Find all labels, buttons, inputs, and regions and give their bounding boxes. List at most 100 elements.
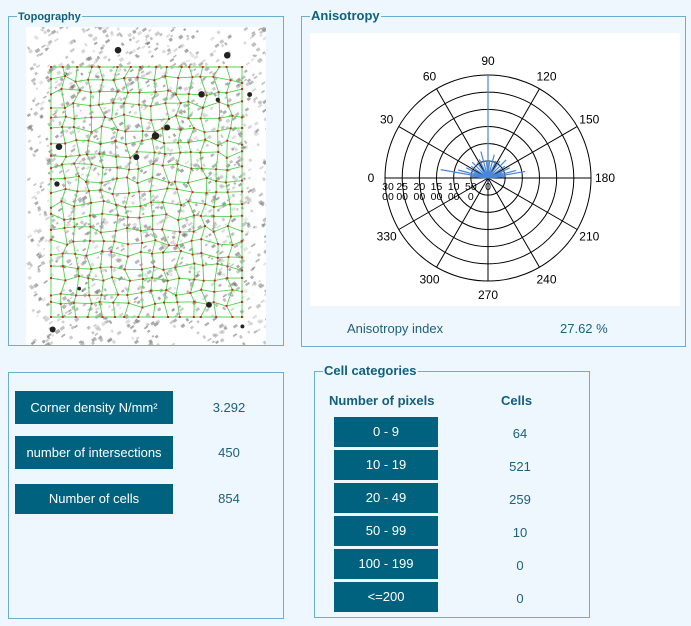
topography-corner-marker: [204, 138, 207, 141]
topography-speckle: [104, 38, 111, 44]
topography-dark-spot: [198, 91, 205, 98]
topography-speckle: [118, 306, 122, 310]
topography-speckle: [245, 186, 250, 190]
topography-speckle: [48, 320, 53, 325]
category-button[interactable]: 0 - 9: [334, 417, 438, 447]
number-of-cells-button[interactable]: Number of cells: [15, 484, 173, 514]
topography-speckle: [166, 51, 172, 56]
topography-speckle: [230, 232, 235, 237]
topography-speckle: [178, 34, 184, 40]
topography-speckle: [146, 278, 152, 284]
topography-speckle: [242, 123, 247, 128]
topography-corner-marker: [50, 192, 52, 195]
topography-speckle: [162, 84, 166, 88]
topography-corner-marker: [77, 175, 80, 178]
topography-speckle: [212, 172, 219, 178]
topography-corner-marker: [229, 215, 232, 218]
topography-speckle: [51, 334, 55, 337]
polar-radial-tick-label: 0: [485, 181, 491, 193]
topography-speckle: [255, 303, 262, 309]
topography-corner-marker: [152, 162, 155, 165]
topography-speckle: [86, 325, 91, 330]
topography-speckle: [178, 138, 183, 143]
topography-corner-marker: [141, 278, 144, 281]
topography-speckle: [29, 146, 34, 151]
topography-corner-marker: [64, 188, 67, 191]
topography-speckle: [55, 221, 59, 225]
topography-corner-marker: [112, 301, 115, 304]
topography-speckle: [48, 261, 53, 266]
topography-corner-marker: [124, 206, 127, 209]
topography-speckle: [149, 92, 154, 97]
topography-corner-marker: [50, 167, 52, 170]
anisotropy-panel: Anisotropy 0 30 60 90 120 150 180 210 240 270 300 3…: [301, 9, 686, 347]
topography-corner-marker: [154, 239, 157, 242]
topography-speckle: [65, 229, 70, 234]
category-button[interactable]: 20 - 49: [334, 483, 438, 513]
topography-corner-marker: [178, 231, 181, 234]
topography-corner-marker: [61, 66, 64, 68]
category-button[interactable]: 50 - 99: [334, 516, 438, 546]
topography-speckle: [109, 295, 114, 300]
corner-density-button[interactable]: Corner density N/mm²: [15, 391, 173, 424]
topography-speckle: [220, 329, 226, 335]
topography-corner-marker: [175, 188, 178, 191]
topography-speckle: [251, 41, 257, 48]
category-button[interactable]: 100 - 199: [334, 549, 438, 579]
topography-speckle: [82, 119, 87, 124]
polar-angle-label: 240: [536, 272, 556, 286]
topography-speckle: [143, 325, 149, 330]
topography-corner-marker: [180, 66, 183, 68]
topography-corner-marker: [213, 290, 216, 293]
topography-speckle: [81, 166, 86, 171]
topography-speckle: [120, 247, 125, 252]
topography-corner-marker: [126, 227, 129, 230]
topography-corner-marker: [114, 229, 117, 232]
topography-speckle: [93, 41, 98, 46]
topography-speckle: [90, 341, 96, 345]
topography-speckle: [142, 197, 147, 202]
intersections-button[interactable]: number of intersections: [15, 436, 173, 469]
topography-corner-marker: [123, 77, 126, 80]
topography-corner-marker: [212, 205, 215, 208]
topography-speckle: [262, 99, 266, 105]
polar-spoke: [436, 177, 489, 268]
topography-speckle: [189, 325, 194, 330]
topography-speckle: [246, 297, 251, 301]
topography-corner-marker: [73, 117, 76, 120]
topography-speckle: [165, 33, 171, 39]
topography-speckle: [120, 289, 125, 293]
topography-speckle: [243, 140, 248, 145]
topography-speckle: [259, 33, 263, 38]
topography-speckle: [180, 119, 185, 124]
topography-corner-marker: [50, 127, 52, 130]
topography-corner-marker: [226, 277, 229, 280]
topography-corner-marker: [116, 128, 119, 131]
topography-corner-marker: [176, 163, 179, 166]
topography-speckle: [243, 41, 247, 45]
topography-speckle: [159, 205, 164, 210]
topography-corner-marker: [149, 190, 152, 193]
category-button[interactable]: <=200: [334, 582, 438, 612]
category-button[interactable]: 10 - 19: [334, 450, 438, 480]
topography-speckle: [205, 143, 210, 148]
topography-speckle: [80, 173, 85, 177]
topography-speckle: [133, 110, 138, 115]
topography-corner-marker: [77, 275, 80, 278]
topography-corner-marker: [50, 212, 52, 215]
topography-corner-marker: [191, 253, 194, 256]
topography-corner-marker: [89, 214, 92, 217]
topography-corner-marker: [101, 212, 104, 215]
topography-speckle: [65, 168, 71, 174]
topography-corner-marker: [90, 302, 93, 305]
topography-corner-marker: [89, 91, 92, 94]
topography-dark-spot: [151, 132, 160, 140]
topography-corner-marker: [162, 142, 165, 145]
number-of-cells-value: 854: [218, 491, 240, 506]
topography-corner-marker: [151, 176, 154, 179]
topography-speckle: [67, 213, 73, 218]
topography-speckle: [183, 27, 187, 32]
topography-speckle: [243, 279, 248, 284]
polar-angle-label: 330: [377, 230, 397, 244]
topography-corner-marker: [162, 251, 165, 254]
